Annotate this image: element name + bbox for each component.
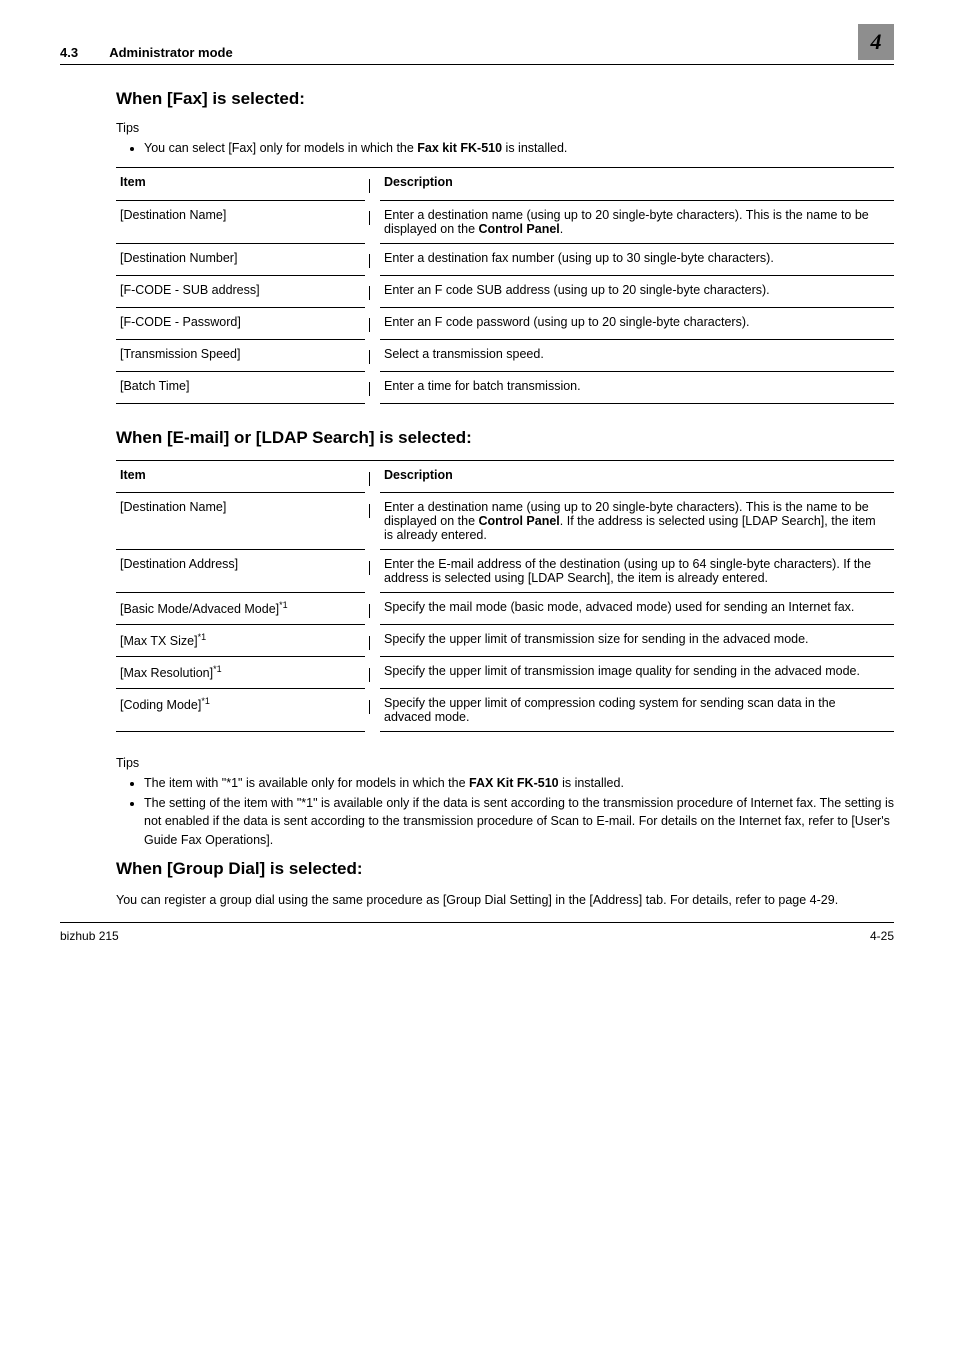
fax-table-item-cell: [Destination Name] (116, 200, 365, 243)
footer-right: 4-25 (870, 929, 894, 943)
email-th-desc: Description (380, 460, 894, 493)
email-table-item-cell: [Max Resolution]*1 (116, 657, 365, 689)
email-table: Item Description [Destination Name] Enter… (116, 460, 894, 733)
fax-tip-pre: You can select [Fax] only for models in … (144, 141, 417, 155)
email-table-item-cell: [Destination Address] (116, 550, 365, 593)
footnote-marker: *1 (198, 632, 207, 642)
footer-left: bizhub 215 (60, 929, 119, 943)
email-table-desc-cell: Enter a destination name (using up to 20… (380, 493, 894, 550)
email-table-item-cell: [Max TX Size]*1 (116, 625, 365, 657)
page-footer: bizhub 215 4-25 (60, 922, 894, 943)
section-heading-left: 4.3 Administrator mode (60, 45, 233, 60)
footnote-marker: *1 (279, 600, 288, 610)
email-heading: When [E-mail] or [LDAP Search] is select… (116, 428, 894, 448)
email-table-desc-cell: Specify the upper limit of transmission … (380, 625, 894, 657)
section-title: Administrator mode (109, 45, 233, 60)
fax-table-row: [Destination Number] Enter a destination … (116, 243, 894, 275)
email-table-row: [Destination Name] Enter a destination na… (116, 493, 894, 550)
email-table-row: [Max TX Size]*1 Specify the upper limit o… (116, 625, 894, 657)
email-table-item-cell: [Basic Mode/Advaced Mode]*1 (116, 593, 365, 625)
fax-table-desc-cell: Enter an F code password (using up to 20… (380, 307, 894, 339)
fax-table-row: [Transmission Speed] Select a transmissio… (116, 339, 894, 371)
fax-table-desc-cell: Enter a time for batch transmission. (380, 371, 894, 403)
email-tip1-bold: FAX Kit FK-510 (469, 776, 559, 790)
fax-table-row: [Destination Name] Enter a destination na… (116, 200, 894, 243)
email-table-desc-cell: Specify the upper limit of compression c… (380, 689, 894, 732)
group-body: You can register a group dial using the … (116, 891, 894, 909)
fax-table-desc-cell: Select a transmission speed. (380, 339, 894, 371)
chapter-number: 4 (871, 29, 882, 55)
email-tips-list: The item with "*1" is available only for… (116, 774, 894, 849)
fax-table-row: [F-CODE - Password] Enter an F code passw… (116, 307, 894, 339)
fax-th-desc: Description (380, 168, 894, 201)
fax-tips-list: You can select [Fax] only for models in … (116, 139, 894, 157)
fax-table-desc-cell: Enter a destination fax number (using up… (380, 243, 894, 275)
footnote-marker: *1 (213, 664, 222, 674)
footnote-marker: *1 (201, 696, 210, 706)
fax-th-item: Item (116, 168, 365, 201)
email-table-desc-cell: Specify the mail mode (basic mode, advac… (380, 593, 894, 625)
fax-table-desc-cell: Enter a destination name (using up to 20… (380, 200, 894, 243)
chapter-badge: 4 (858, 24, 894, 60)
email-table-item-cell: [Coding Mode]*1 (116, 689, 365, 732)
email-table-row: [Coding Mode]*1 Specify the upper limit o… (116, 689, 894, 732)
email-tip-2: The setting of the item with "*1" is ava… (144, 794, 894, 848)
fax-table-row: [F-CODE - SUB address] Enter an F code SU… (116, 275, 894, 307)
page-header: 4.3 Administrator mode 4 (60, 0, 894, 60)
email-tip1-post: is installed. (559, 776, 624, 790)
email-table-row: [Max Resolution]*1 Specify the upper limi… (116, 657, 894, 689)
group-heading: When [Group Dial] is selected: (116, 859, 894, 879)
fax-table-item-cell: [Batch Time] (116, 371, 365, 403)
fax-table-row: [Batch Time] Enter a time for batch trans… (116, 371, 894, 403)
fax-tip: You can select [Fax] only for models in … (144, 139, 894, 157)
email-table-row: [Basic Mode/Advaced Mode]*1 Specify the m… (116, 593, 894, 625)
email-tips-label: Tips (116, 756, 894, 770)
fax-table-item-cell: [F-CODE - SUB address] (116, 275, 365, 307)
fax-table-item-cell: [Destination Number] (116, 243, 365, 275)
tips-label: Tips (116, 121, 894, 135)
email-table-row: [Destination Address] Enter the E-mail ad… (116, 550, 894, 593)
email-tip-1: The item with "*1" is available only for… (144, 774, 894, 792)
email-table-item-cell: [Destination Name] (116, 493, 365, 550)
fax-tip-suf: is installed. (502, 141, 567, 155)
email-th-item: Item (116, 460, 365, 493)
fax-heading: When [Fax] is selected: (116, 89, 894, 109)
email-table-desc-cell: Specify the upper limit of transmission … (380, 657, 894, 689)
email-tip1-pre: The item with "*1" is available only for… (144, 776, 469, 790)
fax-table: Item Description [Destination Name] Enter… (116, 167, 894, 404)
fax-table-desc-cell: Enter an F code SUB address (using up to… (380, 275, 894, 307)
email-table-desc-cell: Enter the E-mail address of the destinat… (380, 550, 894, 593)
fax-tip-bold: Fax kit FK-510 (417, 141, 502, 155)
section-number: 4.3 (60, 45, 78, 60)
fax-table-item-cell: [Transmission Speed] (116, 339, 365, 371)
fax-table-item-cell: [F-CODE - Password] (116, 307, 365, 339)
